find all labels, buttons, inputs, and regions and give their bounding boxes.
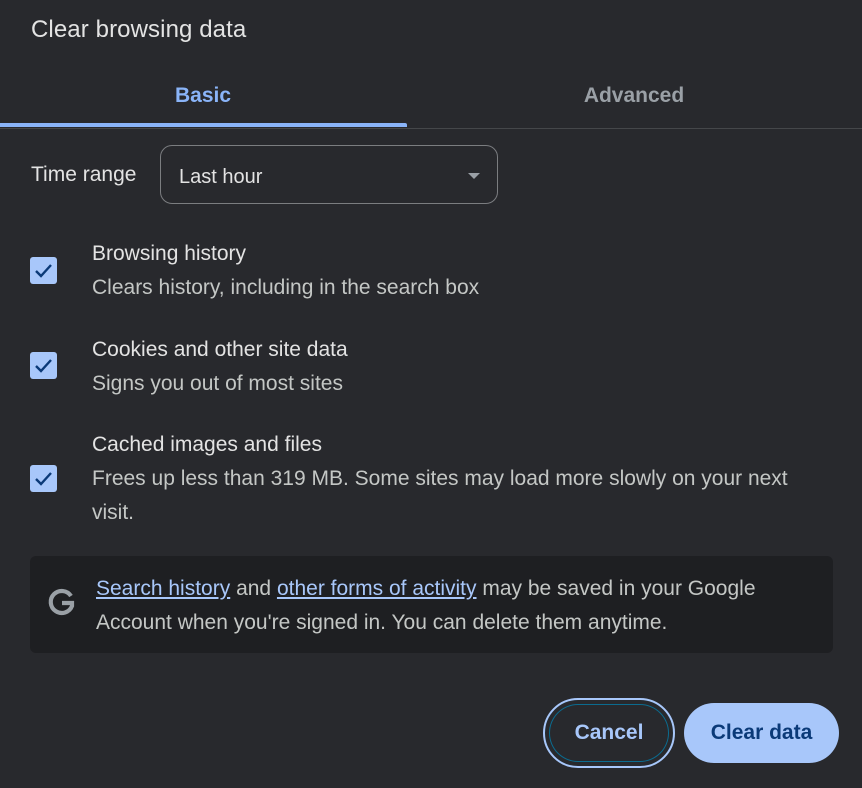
info-text: Search history and other forms of activi… — [96, 572, 816, 640]
time-range-value: Last hour — [179, 166, 263, 188]
cookies-checkbox[interactable] — [30, 352, 57, 379]
google-g-icon — [48, 588, 75, 616]
checkmark-icon — [35, 359, 52, 373]
option-title: Cached images and files — [92, 433, 322, 456]
option-title: Cookies and other site data — [92, 338, 348, 361]
clear-data-button[interactable]: Clear data — [684, 703, 839, 763]
tab-basic[interactable]: Basic — [0, 66, 406, 126]
google-account-info-box: Search history and other forms of activi… — [30, 556, 833, 653]
tab-selected-indicator — [0, 123, 407, 127]
cancel-button[interactable]: Cancel — [543, 698, 675, 768]
cached-images-checkbox[interactable] — [30, 465, 57, 492]
info-text-and: and — [230, 577, 277, 600]
option-description: Signs you out of most sites — [92, 372, 343, 395]
checkmark-icon — [35, 472, 52, 486]
tab-bar: Basic Advanced — [0, 66, 862, 129]
clear-browsing-data-dialog: Clear browsing data Basic Advanced Time … — [0, 0, 862, 788]
option-description: Frees up less than 319 MB. Some sites ma… — [92, 467, 788, 524]
option-description: Clears history, including in the search … — [92, 276, 480, 299]
dialog-title: Clear browsing data — [31, 16, 247, 43]
dropdown-arrow-icon — [468, 173, 480, 179]
time-range-select[interactable]: Last hour — [160, 145, 498, 204]
browsing-history-checkbox[interactable] — [30, 257, 57, 284]
checkmark-icon — [35, 264, 52, 278]
search-history-link[interactable]: Search history — [96, 577, 230, 600]
option-title: Browsing history — [92, 242, 247, 265]
time-range-label: Time range — [31, 163, 137, 186]
tab-advanced[interactable]: Advanced — [406, 66, 862, 126]
other-activity-link[interactable]: other forms of activity — [277, 577, 477, 600]
